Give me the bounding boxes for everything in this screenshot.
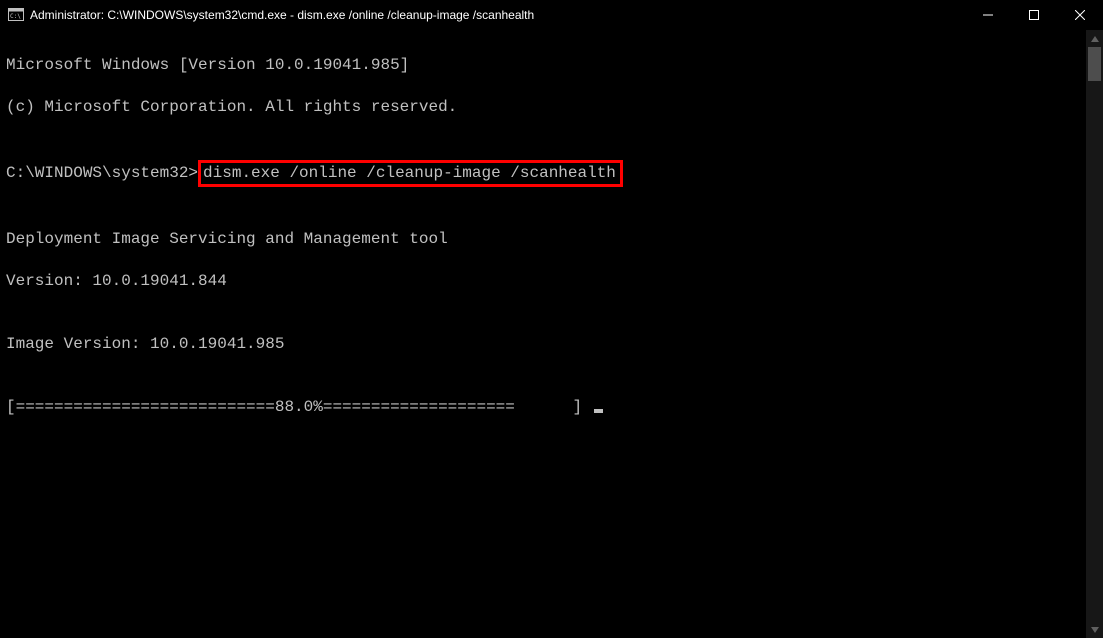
window-title: Administrator: C:\WINDOWS\system32\cmd.e… (30, 8, 965, 22)
scrollbar-track[interactable] (1086, 47, 1103, 621)
output-line: Microsoft Windows [Version 10.0.19041.98… (6, 55, 1086, 76)
window-controls (965, 0, 1103, 30)
minimize-button[interactable] (965, 0, 1011, 30)
vertical-scrollbar[interactable] (1086, 30, 1103, 638)
close-button[interactable] (1057, 0, 1103, 30)
progress-line: [===========================88.0%=======… (6, 397, 1086, 418)
cursor (594, 409, 603, 413)
cmd-window: C:\ Administrator: C:\WINDOWS\system32\c… (0, 0, 1103, 638)
prompt-prefix: C:\WINDOWS\system32> (6, 164, 198, 182)
cmd-icon: C:\ (8, 7, 24, 23)
output-line: (c) Microsoft Corporation. All rights re… (6, 97, 1086, 118)
output-line: Image Version: 10.0.19041.985 (6, 334, 1086, 355)
scroll-up-button[interactable] (1086, 30, 1103, 47)
svg-text:C:\: C:\ (10, 13, 21, 20)
terminal-output[interactable]: Microsoft Windows [Version 10.0.19041.98… (0, 30, 1086, 638)
scroll-down-button[interactable] (1086, 621, 1103, 638)
prompt-line: C:\WINDOWS\system32>dism.exe /online /cl… (6, 160, 1086, 187)
output-line: Version: 10.0.19041.844 (6, 271, 1086, 292)
scrollbar-thumb[interactable] (1088, 47, 1101, 81)
highlighted-command: dism.exe /online /cleanup-image /scanhea… (198, 160, 623, 187)
output-line: Deployment Image Servicing and Managemen… (6, 229, 1086, 250)
titlebar[interactable]: C:\ Administrator: C:\WINDOWS\system32\c… (0, 0, 1103, 30)
maximize-button[interactable] (1011, 0, 1057, 30)
